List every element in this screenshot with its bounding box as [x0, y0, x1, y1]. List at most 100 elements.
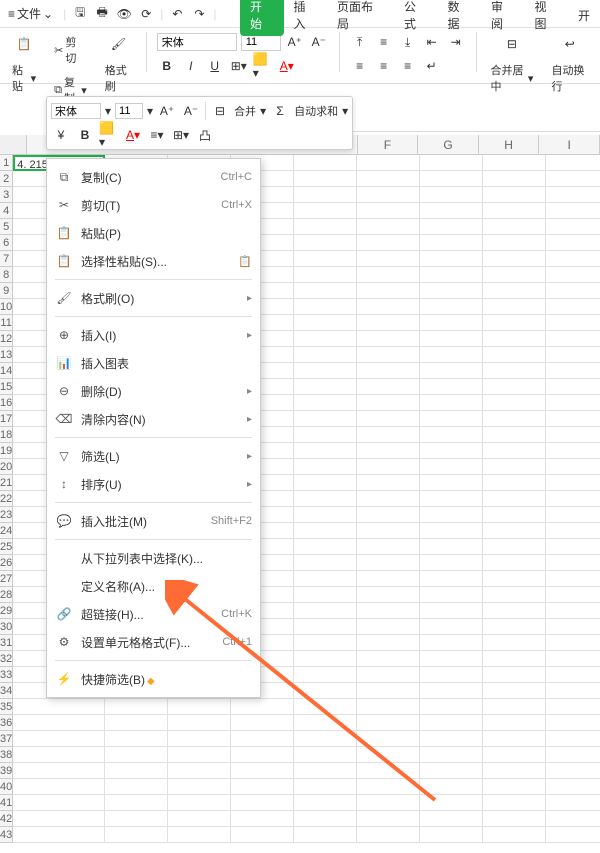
cell[interactable]: [420, 539, 483, 555]
cell[interactable]: [483, 203, 546, 219]
row-header[interactable]: 4: [0, 203, 13, 219]
cell[interactable]: [13, 715, 105, 731]
cell[interactable]: [420, 443, 483, 459]
merge-icon[interactable]: ⊟: [210, 101, 230, 121]
cell[interactable]: [105, 731, 168, 747]
cell[interactable]: [546, 507, 600, 523]
cell[interactable]: [546, 747, 600, 763]
cell[interactable]: [546, 603, 600, 619]
cell[interactable]: [483, 443, 546, 459]
cell[interactable]: [357, 507, 420, 523]
row-header[interactable]: 25: [0, 539, 13, 555]
cell[interactable]: [546, 635, 600, 651]
cell[interactable]: [546, 411, 600, 427]
cell[interactable]: [546, 731, 600, 747]
cell[interactable]: [13, 827, 105, 843]
bold-icon[interactable]: B: [157, 56, 177, 76]
menu-item[interactable]: ↕排序(U)▸: [47, 470, 260, 498]
row-header[interactable]: 27: [0, 571, 13, 587]
col-header-h[interactable]: H: [479, 135, 540, 154]
cell[interactable]: [420, 571, 483, 587]
format-painter-button[interactable]: 格式刷: [101, 60, 136, 96]
menu-item[interactable]: 🖌格式刷(O)▸: [47, 284, 260, 312]
cell[interactable]: [420, 219, 483, 235]
cell[interactable]: [483, 411, 546, 427]
cell[interactable]: [546, 187, 600, 203]
cell[interactable]: [420, 555, 483, 571]
cell[interactable]: [483, 619, 546, 635]
col-header-i[interactable]: I: [539, 135, 600, 154]
row-header[interactable]: 41: [0, 795, 13, 811]
cell[interactable]: [546, 235, 600, 251]
cell[interactable]: [357, 267, 420, 283]
cell[interactable]: [546, 251, 600, 267]
cell[interactable]: [357, 459, 420, 475]
cell[interactable]: [483, 251, 546, 267]
menu-item[interactable]: 📋选择性粘贴(S)...📋: [47, 247, 260, 275]
italic-icon[interactable]: I: [181, 56, 201, 76]
cell[interactable]: [546, 555, 600, 571]
cell[interactable]: [294, 619, 357, 635]
cell[interactable]: [546, 683, 600, 699]
cell[interactable]: [357, 683, 420, 699]
cell[interactable]: [546, 315, 600, 331]
cell[interactable]: [357, 443, 420, 459]
cell[interactable]: [420, 587, 483, 603]
cell[interactable]: [420, 603, 483, 619]
row-header[interactable]: 3: [0, 187, 13, 203]
menu-item[interactable]: 📊插入图表: [47, 349, 260, 377]
row-header[interactable]: 39: [0, 763, 13, 779]
cell[interactable]: [483, 347, 546, 363]
cell[interactable]: [357, 667, 420, 683]
cell[interactable]: [483, 187, 546, 203]
cell[interactable]: [483, 363, 546, 379]
menu-item[interactable]: ⊖删除(D)▸: [47, 377, 260, 405]
wrap-button[interactable]: 自动换行: [547, 60, 592, 96]
cell[interactable]: [483, 283, 546, 299]
cell[interactable]: [546, 475, 600, 491]
row-header[interactable]: 34: [0, 683, 13, 699]
cell[interactable]: [231, 715, 294, 731]
cell[interactable]: [13, 731, 105, 747]
cell[interactable]: [546, 699, 600, 715]
cell[interactable]: [294, 587, 357, 603]
cell[interactable]: [483, 235, 546, 251]
cell[interactable]: [168, 779, 231, 795]
row-header[interactable]: 11: [0, 315, 13, 331]
cell[interactable]: [546, 331, 600, 347]
row-header[interactable]: 2: [0, 171, 13, 187]
cell[interactable]: [483, 539, 546, 555]
fill-color-icon[interactable]: 🟨▾: [99, 125, 119, 145]
cell[interactable]: [483, 683, 546, 699]
cell[interactable]: [13, 699, 105, 715]
cell[interactable]: [357, 203, 420, 219]
cell[interactable]: [105, 763, 168, 779]
cell[interactable]: [420, 251, 483, 267]
font-color-icon[interactable]: A▾: [277, 56, 297, 76]
cell[interactable]: [13, 763, 105, 779]
font-name-select[interactable]: [157, 33, 237, 51]
row-header[interactable]: 17: [0, 411, 13, 427]
cell[interactable]: [420, 411, 483, 427]
row-header[interactable]: 33: [0, 667, 13, 683]
cell[interactable]: [483, 155, 546, 171]
cell[interactable]: [13, 747, 105, 763]
cell[interactable]: [294, 395, 357, 411]
cell[interactable]: [294, 379, 357, 395]
tab-home[interactable]: 开始: [240, 0, 284, 36]
cell[interactable]: [357, 763, 420, 779]
cell[interactable]: [420, 283, 483, 299]
cell[interactable]: [357, 731, 420, 747]
paste-button[interactable]: 粘贴▾: [8, 60, 40, 96]
cell[interactable]: [546, 715, 600, 731]
cell[interactable]: [294, 187, 357, 203]
cell[interactable]: [231, 731, 294, 747]
cell[interactable]: [483, 667, 546, 683]
format-icon[interactable]: 凸: [195, 125, 215, 145]
cell[interactable]: [357, 715, 420, 731]
cell[interactable]: [294, 171, 357, 187]
cell[interactable]: [483, 267, 546, 283]
cell[interactable]: [546, 795, 600, 811]
row-header[interactable]: 22: [0, 491, 13, 507]
fill-color-icon[interactable]: 🟨▾: [253, 56, 273, 76]
